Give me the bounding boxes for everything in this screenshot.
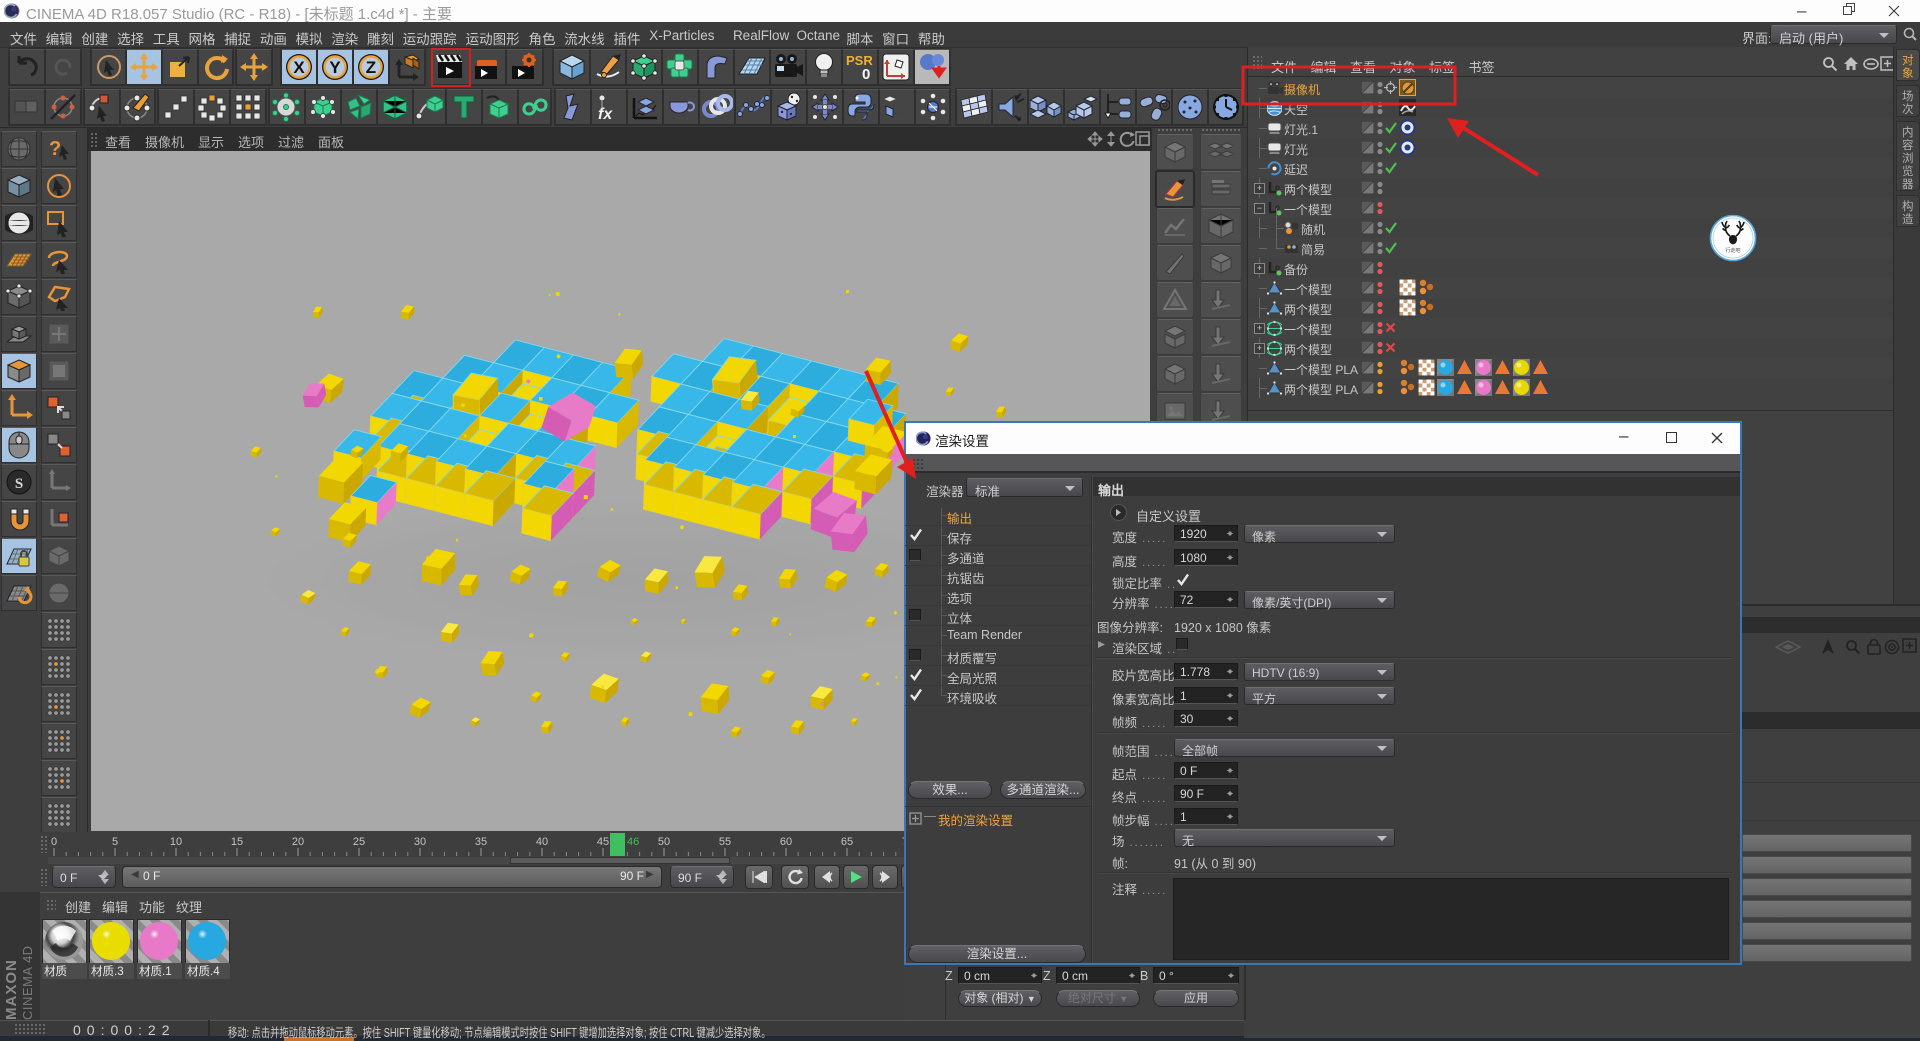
svg-text:S: S <box>15 476 23 492</box>
svg-text:45: 45 <box>597 836 609 848</box>
svg-text:50: 50 <box>658 836 670 848</box>
svg-text:Y: Y <box>329 58 341 77</box>
svg-text:X: X <box>293 58 305 77</box>
svg-text:15: 15 <box>231 836 243 848</box>
svg-text:20: 20 <box>292 836 304 848</box>
svg-text:0: 0 <box>862 66 870 82</box>
svg-text:65: 65 <box>841 836 853 848</box>
svg-text:35: 35 <box>475 836 487 848</box>
svg-text:5: 5 <box>112 836 118 848</box>
svg-text:25: 25 <box>353 836 365 848</box>
svg-text:30: 30 <box>414 836 426 848</box>
svg-text:46: 46 <box>627 836 639 848</box>
svg-text:55: 55 <box>719 836 731 848</box>
svg-text:0: 0 <box>51 836 57 848</box>
svg-text:Z: Z <box>366 58 376 77</box>
svg-text:60: 60 <box>780 836 792 848</box>
svg-text:10: 10 <box>170 836 182 848</box>
svg-text:行走吧: 行走吧 <box>1725 247 1740 254</box>
svg-text:40: 40 <box>536 836 548 848</box>
svg-text:fx: fx <box>598 106 613 122</box>
